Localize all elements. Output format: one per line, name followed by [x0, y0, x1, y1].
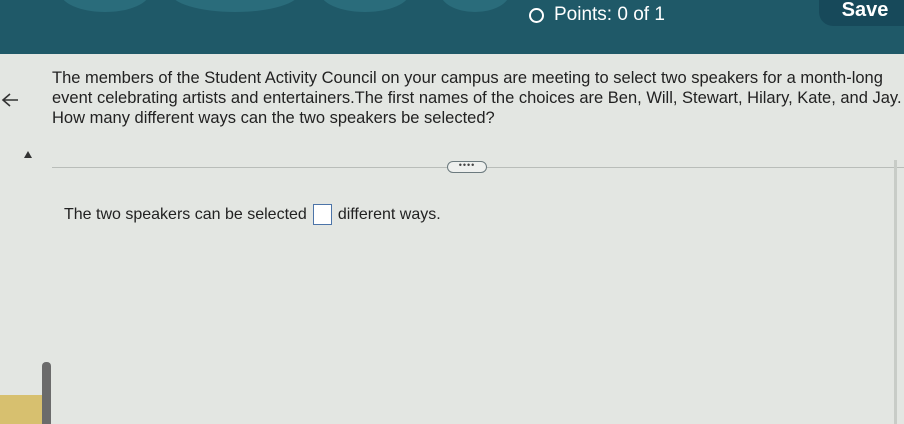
answer-prefix: The two speakers can be selected: [64, 205, 307, 223]
sticky-note: [0, 395, 48, 424]
top-bar: Points: 0 of 1 Save: [0, 0, 904, 54]
question-line: event celebrating artists and entertaine…: [52, 89, 902, 107]
answer-input[interactable]: [312, 204, 332, 225]
scrollbar-handle[interactable]: [42, 362, 51, 424]
save-button[interactable]: Save: [819, 0, 904, 26]
circle-icon: [529, 7, 544, 23]
back-arrow-icon[interactable]: [0, 90, 22, 110]
toolbar-button-shadow: [440, 0, 510, 12]
toolbar-button-shadow: [60, 0, 150, 12]
question-line: The members of the Student Activity Coun…: [52, 69, 883, 87]
question-line: How many different ways can the two spea…: [52, 109, 495, 127]
question-text: The members of the Student Activity Coun…: [52, 68, 904, 128]
answer-suffix: different ways.: [337, 205, 441, 223]
points-label: Points: 0 of 1: [554, 4, 665, 25]
toolbar-button-shadow: [170, 0, 300, 12]
screen-edge: [894, 160, 897, 424]
points-indicator: Points: 0 of 1: [529, 2, 665, 28]
collapse-triangle-icon[interactable]: [24, 151, 32, 158]
answer-row: The two speakers can be selected differe…: [64, 204, 441, 225]
expand-more-button[interactable]: ••••: [447, 161, 487, 173]
toolbar-button-shadow: [320, 0, 410, 12]
